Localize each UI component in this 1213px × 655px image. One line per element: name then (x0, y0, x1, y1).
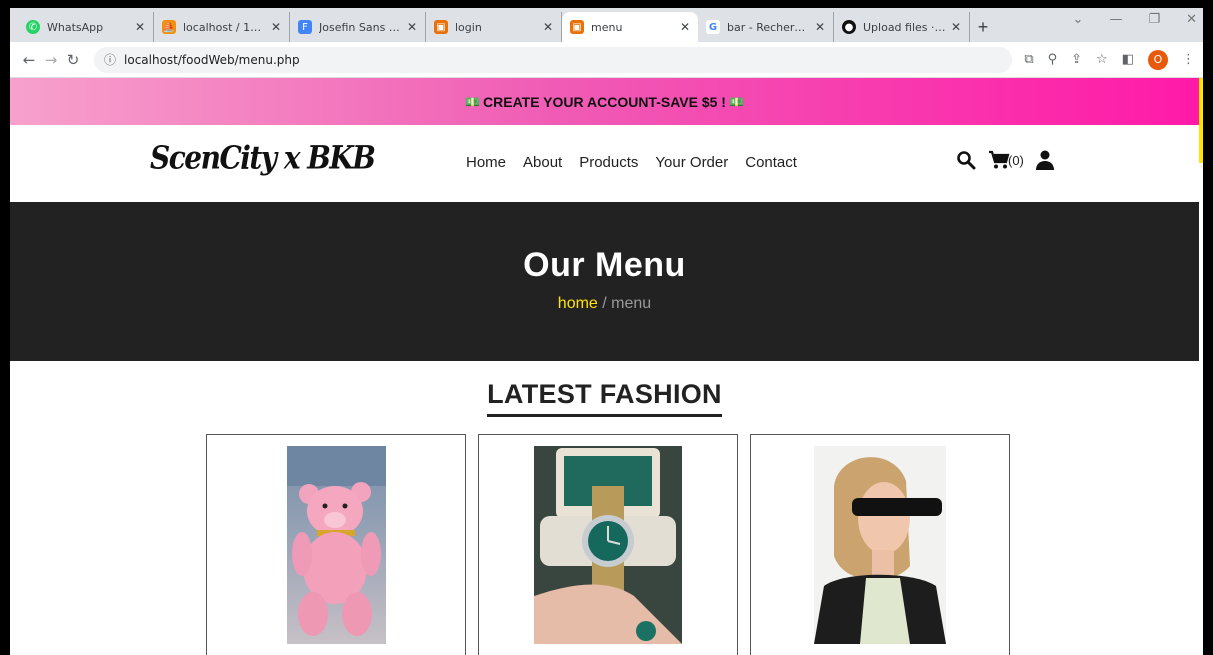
browser-toolbar: ⧉ ⚲ ⇪ ☆ ◧ O ⋮ (1024, 49, 1195, 70)
whatsapp-icon: ✆ (26, 20, 40, 34)
phpmyadmin-icon: ⛵ (162, 20, 176, 34)
header-icons: (0) (956, 150, 1054, 170)
product-image-watch[interactable] (534, 446, 682, 644)
site-logo[interactable]: ScenCity x BKB (150, 139, 376, 177)
page-scrollbar[interactable] (1199, 78, 1203, 163)
site-info-icon[interactable]: ⓘ (104, 51, 116, 68)
user-icon[interactable] (1035, 150, 1054, 170)
close-icon[interactable]: ✕ (680, 20, 690, 34)
close-icon[interactable]: ✕ (951, 20, 961, 34)
close-icon[interactable]: ✕ (543, 20, 553, 34)
close-icon[interactable]: ✕ (815, 20, 825, 34)
google-icon: G (706, 20, 720, 34)
page-title: Our Menu (523, 246, 686, 284)
nav-your-order[interactable]: Your Order (655, 154, 728, 171)
close-window-icon[interactable]: ✕ (1186, 12, 1197, 27)
product-card[interactable] (206, 434, 466, 655)
menu-kebab-icon[interactable]: ⋮ (1182, 52, 1195, 67)
close-icon[interactable]: ✕ (271, 20, 281, 34)
forward-icon[interactable]: → (40, 51, 62, 69)
product-card[interactable] (750, 434, 1010, 655)
money-icon: 💵 (728, 94, 744, 109)
site-header: ScenCity x BKB Home About Products Your … (10, 125, 1199, 202)
money-icon: 💵 (465, 94, 481, 109)
product-grid (206, 434, 1010, 655)
github-icon: ● (842, 20, 856, 34)
back-icon[interactable]: ← (18, 51, 40, 69)
tab-whatsapp[interactable]: ✆ WhatsApp ✕ (18, 12, 154, 42)
browser-window: ✆ WhatsApp ✕ ⛵ localhost / 127.0. ✕ F Jo… (10, 8, 1203, 655)
web-page: 💵 CREATE YOUR ACCOUNT-SAVE $5 ! 💵 ScenCi… (10, 78, 1199, 655)
zoom-icon[interactable]: ⚲ (1048, 52, 1058, 67)
cart-button[interactable]: (0) (988, 150, 1024, 170)
new-tab-button[interactable]: + (970, 12, 996, 42)
window-controls: ⌄ — ❐ ✕ (1073, 12, 1197, 27)
tab-menu[interactable]: ▣ menu ✕ (562, 12, 698, 42)
url-field[interactable]: ⓘ localhost/foodWeb/menu.php (94, 46, 1013, 73)
bookmark-star-icon[interactable]: ☆ (1096, 52, 1108, 67)
breadcrumb-current: menu (611, 295, 652, 312)
tab-login[interactable]: ▣ login ✕ (426, 12, 562, 42)
product-image-sunglasses[interactable] (814, 446, 946, 644)
tab-josefin-sans[interactable]: F Josefin Sans - Go ✕ (290, 12, 426, 42)
tab-localhost[interactable]: ⛵ localhost / 127.0. ✕ (154, 12, 290, 42)
address-bar: ← → ↻ ⓘ localhost/foodWeb/menu.php ⧉ ⚲ ⇪… (10, 42, 1203, 78)
page-icon: ▣ (434, 20, 448, 34)
product-card[interactable] (478, 434, 738, 655)
page-hero: Our Menu home / menu (10, 202, 1199, 361)
product-image-teddy-bear[interactable] (286, 446, 386, 644)
minimize-icon[interactable]: — (1109, 12, 1122, 27)
section-title: LATEST FASHION (487, 379, 722, 417)
nav-about[interactable]: About (523, 154, 562, 171)
tab-search-icon[interactable]: ⌄ (1073, 12, 1084, 27)
nav-contact[interactable]: Contact (745, 154, 797, 171)
tab-strip: ✆ WhatsApp ✕ ⛵ localhost / 127.0. ✕ F Jo… (10, 8, 1203, 42)
restore-icon[interactable]: ❐ (1148, 12, 1160, 27)
share-icon[interactable]: ⇪ (1071, 52, 1082, 67)
breadcrumb-separator: / (597, 295, 612, 312)
profile-avatar[interactable]: O (1148, 49, 1168, 70)
nav-home[interactable]: Home (466, 154, 506, 171)
nav-products[interactable]: Products (579, 154, 638, 171)
close-icon[interactable]: ✕ (407, 20, 417, 34)
cart-count: (0) (1008, 152, 1024, 168)
tab-github[interactable]: ● Upload files · Ou ✕ (834, 12, 970, 42)
reload-icon[interactable]: ↻ (62, 51, 84, 69)
close-icon[interactable]: ✕ (135, 20, 145, 34)
products-section: LATEST FASHION (10, 361, 1199, 417)
breadcrumb: home / menu (10, 295, 1199, 313)
translate-icon[interactable]: ⧉ (1024, 52, 1033, 67)
tab-google-search[interactable]: G bar - Recherche ✕ (698, 12, 834, 42)
search-icon[interactable] (956, 150, 976, 170)
google-fonts-icon: F (298, 20, 312, 34)
breadcrumb-home[interactable]: home (558, 295, 598, 312)
page-icon: ▣ (570, 20, 584, 34)
promo-banner[interactable]: 💵 CREATE YOUR ACCOUNT-SAVE $5 ! 💵 (10, 78, 1199, 125)
main-nav: Home About Products Your Order Contact (466, 154, 797, 171)
cart-icon (988, 150, 1010, 170)
side-panel-icon[interactable]: ◧ (1122, 52, 1134, 67)
